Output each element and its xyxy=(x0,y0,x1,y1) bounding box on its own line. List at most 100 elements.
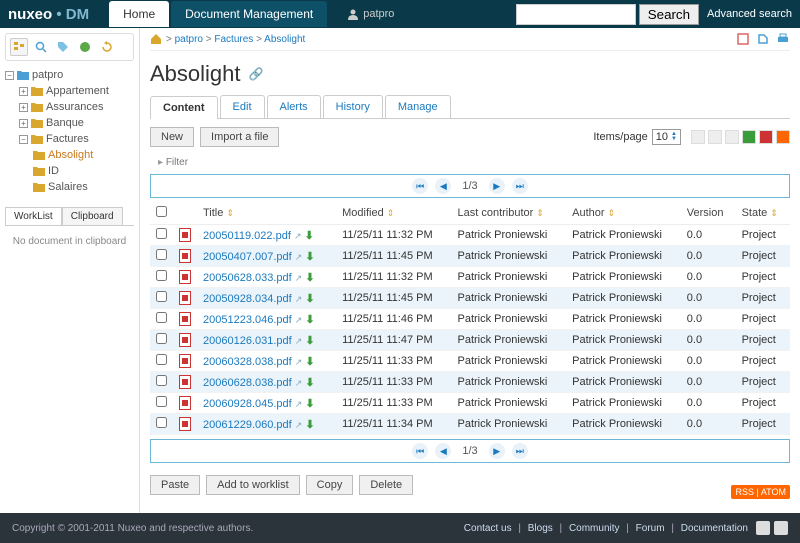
footer-link[interactable]: Documentation xyxy=(681,523,748,534)
sort-icon[interactable]: ⇕ xyxy=(226,208,234,218)
open-icon[interactable]: ↗ xyxy=(295,252,303,262)
top-tab-document-management[interactable]: Document Management xyxy=(171,1,327,27)
download-icon[interactable]: ⬇ xyxy=(305,272,314,284)
download-icon[interactable]: ⬇ xyxy=(305,419,314,431)
view-thumb-icon[interactable] xyxy=(725,130,739,144)
home-icon[interactable] xyxy=(150,33,162,45)
items-per-page-select[interactable]: 10 ▲▼ xyxy=(652,129,681,145)
tab-content[interactable]: Content xyxy=(150,96,218,119)
view-excel-icon[interactable] xyxy=(742,130,756,144)
row-checkbox[interactable] xyxy=(156,249,167,260)
row-checkbox[interactable] xyxy=(156,312,167,323)
download-icon[interactable]: ⬇ xyxy=(305,398,314,410)
tree-node-salaires[interactable]: Salaires xyxy=(33,179,134,195)
tree-node-assurances[interactable]: +Assurances xyxy=(19,99,134,115)
document-link[interactable]: 20051223.046.pdf xyxy=(203,314,292,326)
twitter-icon[interactable] xyxy=(756,521,770,535)
download-icon[interactable]: ⬇ xyxy=(305,335,314,347)
paste-button[interactable]: Paste xyxy=(150,475,200,495)
collapse-icon[interactable]: − xyxy=(5,71,14,80)
col-lastcontrib[interactable]: Last contributor xyxy=(458,207,534,219)
row-checkbox[interactable] xyxy=(156,270,167,281)
row-checkbox[interactable] xyxy=(156,291,167,302)
nav-tree-icon[interactable] xyxy=(10,38,28,56)
tab-manage[interactable]: Manage xyxy=(385,95,451,118)
filter-toggle[interactable]: Filter xyxy=(150,155,790,170)
tab-alerts[interactable]: Alerts xyxy=(267,95,321,118)
permalink-icon[interactable] xyxy=(736,32,750,46)
advanced-search-link[interactable]: Advanced search xyxy=(707,8,792,20)
export-icon[interactable] xyxy=(756,32,770,46)
document-link[interactable]: 20050407.007.pdf xyxy=(203,251,292,263)
pager-last[interactable]: ⏭ xyxy=(512,178,528,194)
open-icon[interactable]: ↗ xyxy=(295,336,303,346)
tab-edit[interactable]: Edit xyxy=(220,95,265,118)
row-checkbox[interactable] xyxy=(156,375,167,386)
pager-first[interactable]: ⏮ xyxy=(412,443,428,459)
sidebar-tab-worklist[interactable]: WorkList xyxy=(5,207,62,225)
search-icon[interactable] xyxy=(32,38,50,56)
view-pdf-icon[interactable] xyxy=(759,130,773,144)
open-icon[interactable]: ↗ xyxy=(295,399,303,409)
view-list-icon[interactable] xyxy=(691,130,705,144)
select-all-checkbox[interactable] xyxy=(156,206,167,217)
tree-root[interactable]: − patpro xyxy=(5,67,134,83)
add-to-worklist-button[interactable]: Add to worklist xyxy=(206,475,300,495)
refresh-icon[interactable] xyxy=(98,38,116,56)
row-checkbox[interactable] xyxy=(156,228,167,239)
pager-last[interactable]: ⏭ xyxy=(512,443,528,459)
search-button[interactable]: Search xyxy=(639,4,699,25)
breadcrumb-link[interactable]: Absolight xyxy=(264,34,305,45)
expand-icon[interactable]: + xyxy=(19,87,28,96)
tree-node-id[interactable]: ID xyxy=(33,163,134,179)
open-icon[interactable]: ↗ xyxy=(295,378,303,388)
col-title[interactable]: Title xyxy=(203,207,223,219)
footer-link[interactable]: Forum xyxy=(636,523,665,534)
search-input[interactable] xyxy=(516,4,636,25)
footer-link[interactable]: Contact us xyxy=(464,523,512,534)
open-icon[interactable]: ↗ xyxy=(295,357,303,367)
open-icon[interactable]: ↗ xyxy=(295,315,303,325)
expand-icon[interactable]: + xyxy=(19,103,28,112)
row-checkbox[interactable] xyxy=(156,396,167,407)
pager-next[interactable]: ▶ xyxy=(489,178,505,194)
pager-prev[interactable]: ◀ xyxy=(435,178,451,194)
document-link[interactable]: 20061229.060.pdf xyxy=(203,419,292,431)
col-state[interactable]: State xyxy=(742,207,768,219)
open-icon[interactable]: ↗ xyxy=(295,420,303,430)
document-link[interactable]: 20060628.038.pdf xyxy=(203,377,292,389)
col-modified[interactable]: Modified xyxy=(342,207,384,219)
row-checkbox[interactable] xyxy=(156,417,167,428)
document-link[interactable]: 20060126.031.pdf xyxy=(203,335,292,347)
linkedin-icon[interactable] xyxy=(774,521,788,535)
footer-link[interactable]: Blogs xyxy=(528,523,553,534)
document-link[interactable]: 20050119.022.pdf xyxy=(203,230,291,242)
import-button[interactable]: Import a file xyxy=(200,127,279,147)
breadcrumb-link[interactable]: patpro xyxy=(175,34,203,45)
col-version[interactable]: Version xyxy=(687,207,724,219)
user-area[interactable]: patpro xyxy=(347,8,394,20)
rss-badge[interactable]: RSS | ATOM xyxy=(731,485,790,499)
new-button[interactable]: New xyxy=(150,127,194,147)
pager-first[interactable]: ⏮ xyxy=(412,178,428,194)
expand-icon[interactable]: + xyxy=(19,119,28,128)
document-link[interactable]: 20060328.038.pdf xyxy=(203,356,292,368)
expand-icon[interactable]: − xyxy=(19,135,28,144)
print-icon[interactable] xyxy=(776,32,790,46)
link-icon[interactable]: 🔗 xyxy=(249,67,264,81)
tree-node-banque[interactable]: +Banque xyxy=(19,115,134,131)
view-compact-icon[interactable] xyxy=(708,130,722,144)
open-icon[interactable]: ↗ xyxy=(294,231,302,241)
download-icon[interactable]: ⬇ xyxy=(305,293,314,305)
copy-button[interactable]: Copy xyxy=(306,475,354,495)
delete-button[interactable]: Delete xyxy=(359,475,413,495)
tab-history[interactable]: History xyxy=(323,95,383,118)
footer-link[interactable]: Community xyxy=(569,523,620,534)
open-icon[interactable]: ↗ xyxy=(295,273,303,283)
pager-prev[interactable]: ◀ xyxy=(435,443,451,459)
row-checkbox[interactable] xyxy=(156,354,167,365)
col-author[interactable]: Author xyxy=(572,207,604,219)
globe-icon[interactable] xyxy=(76,38,94,56)
open-icon[interactable]: ↗ xyxy=(295,294,303,304)
download-icon[interactable]: ⬇ xyxy=(305,251,314,263)
